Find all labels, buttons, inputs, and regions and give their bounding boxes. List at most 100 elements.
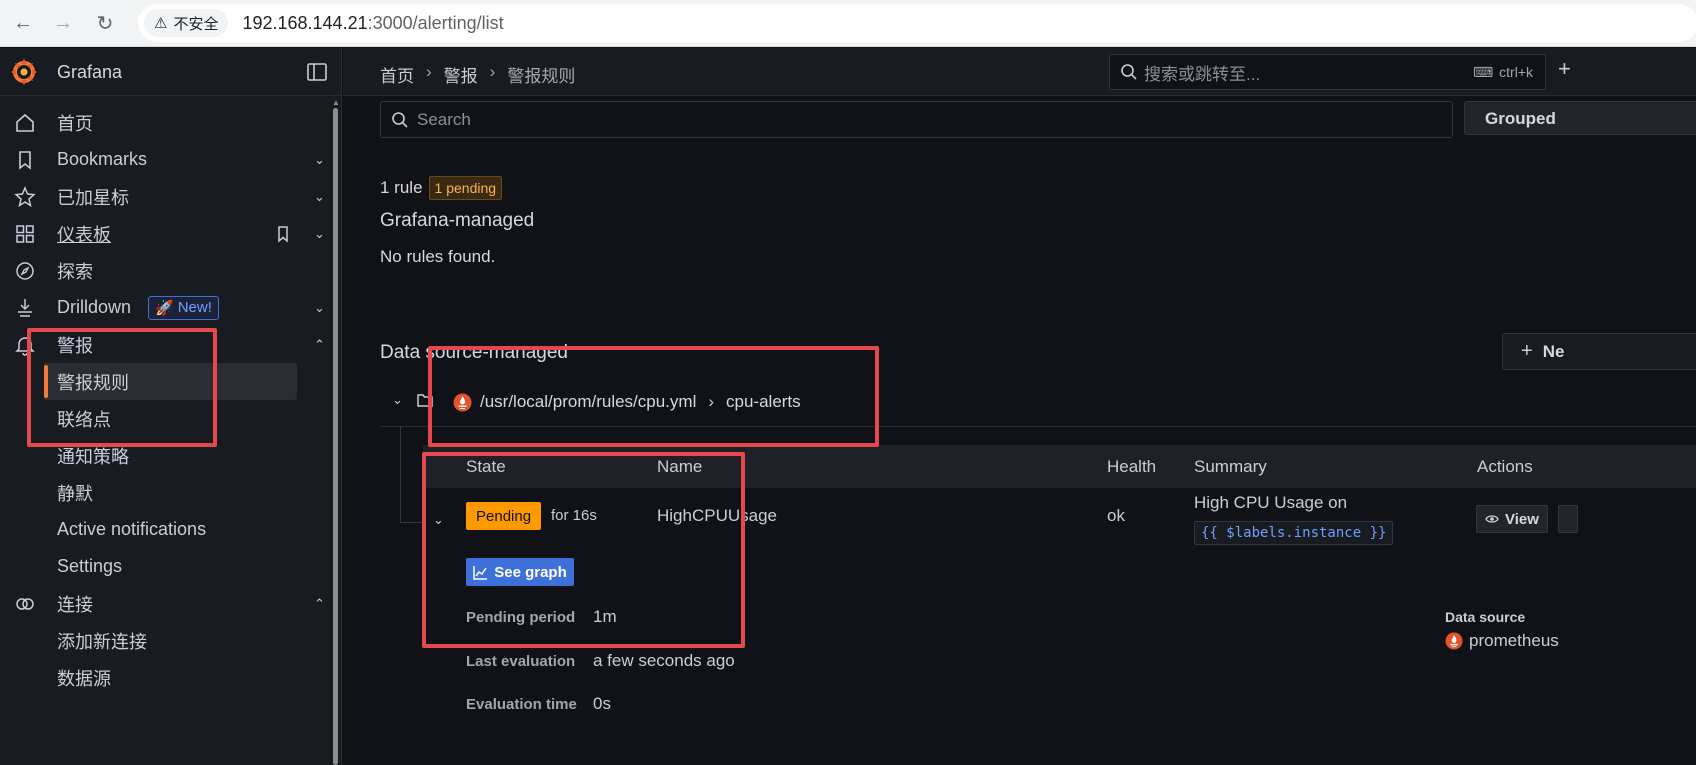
chevron-down-icon[interactable]: ⌄ bbox=[314, 189, 325, 205]
shortcut-text: ctrl+k bbox=[1499, 64, 1533, 80]
sidebar-item-data-sources[interactable]: 数据源 bbox=[44, 659, 297, 696]
chevron-right-icon: › bbox=[708, 392, 715, 411]
top-bar: 首页 › 警报 › 警报规则 搜索或跳转至... ⌨ ctrl+k + bbox=[343, 48, 1696, 96]
chevron-right-icon: › bbox=[426, 62, 432, 81]
datasource-label: Data source bbox=[1445, 609, 1526, 625]
dock-menu-icon[interactable] bbox=[306, 61, 328, 83]
link-icon bbox=[16, 597, 34, 610]
breadcrumb-home[interactable]: 首页 bbox=[380, 62, 414, 87]
eye-icon bbox=[1485, 515, 1499, 523]
new-rule-button[interactable]: + Ne bbox=[1502, 333, 1696, 370]
column-header-state: State bbox=[466, 457, 506, 476]
tree-line bbox=[400, 426, 401, 522]
view-mode-label: Grouped bbox=[1485, 109, 1556, 128]
chevron-down-icon[interactable]: ⌄ bbox=[433, 512, 444, 528]
view-label: View bbox=[1505, 510, 1539, 528]
star-icon bbox=[14, 185, 36, 207]
chevron-down-icon[interactable]: ⌄ bbox=[314, 152, 325, 168]
see-graph-label: See graph bbox=[494, 563, 567, 581]
sidebar-item-settings[interactable]: Settings bbox=[44, 548, 297, 585]
breadcrumb: 首页 › 警报 › 警报规则 bbox=[380, 62, 575, 87]
add-icon[interactable]: + bbox=[1558, 56, 1571, 82]
sidebar-item-add-connection[interactable]: 添加新连接 bbox=[44, 622, 297, 659]
chevron-down-icon[interactable]: ⌄ bbox=[314, 300, 325, 316]
chevron-down-icon[interactable]: ⌄ bbox=[314, 226, 325, 242]
nav-label: 数据源 bbox=[57, 668, 111, 689]
warning-icon: ⚠ bbox=[154, 15, 168, 32]
rule-count-text: 1 rule bbox=[380, 178, 423, 197]
grafana-logo-icon[interactable] bbox=[10, 58, 38, 86]
column-header-summary: Summary bbox=[1194, 457, 1267, 476]
column-header-health: Health bbox=[1107, 457, 1157, 476]
rocket-icon: 🚀 bbox=[155, 299, 174, 317]
plus-icon: + bbox=[1521, 340, 1533, 362]
state-badge: Pending bbox=[466, 502, 542, 530]
nav-item-alerting[interactable]: 警报 ⌃ bbox=[0, 326, 330, 363]
folder-open-icon bbox=[417, 394, 433, 407]
nav-item-dashboards[interactable]: 仪表板 ⌄ bbox=[0, 215, 330, 252]
namespace-row[interactable]: ⌄ /usr/local/prom/rules/cpu.yml › cpu-al… bbox=[380, 380, 1696, 425]
scroll-up-icon[interactable]: ▲ bbox=[332, 98, 340, 107]
nav-item-starred[interactable]: 已加星标 ⌄ bbox=[0, 178, 330, 215]
nav-item-explore[interactable]: 探索 bbox=[0, 252, 330, 289]
view-button[interactable]: View bbox=[1476, 505, 1548, 533]
nav-label: 警报规则 bbox=[57, 372, 129, 393]
nav-item-bookmarks[interactable]: Bookmarks ⌄ bbox=[0, 141, 330, 178]
rule-summary: High CPU Usage on bbox=[1194, 493, 1348, 512]
chevron-right-icon: › bbox=[489, 62, 496, 81]
nav-label: 首页 bbox=[57, 113, 93, 134]
address-bar[interactable]: ⚠ 不安全 192.168.144.21:3000/alerting/list bbox=[138, 4, 1696, 42]
state-duration: for 16s bbox=[551, 507, 597, 524]
nav-item-home[interactable]: 首页 bbox=[0, 104, 330, 141]
back-icon[interactable]: ← bbox=[8, 8, 38, 38]
insecure-label: 不安全 bbox=[173, 15, 219, 33]
nav-item-drilldown[interactable]: Drilldown 🚀 New! ⌄ bbox=[0, 289, 330, 326]
summary-template: {{ $labels.instance }} bbox=[1194, 521, 1394, 545]
datasource-managed-title: Data source-managed bbox=[380, 342, 568, 363]
see-graph-button[interactable]: See graph bbox=[466, 558, 574, 586]
pending-period-value: 1m bbox=[593, 607, 617, 626]
breadcrumb-alert-rules: 警报规则 bbox=[507, 67, 576, 86]
rule-search-input[interactable]: Search bbox=[380, 101, 1453, 138]
rule-health: ok bbox=[1107, 506, 1125, 525]
breadcrumb-alerting[interactable]: 警报 bbox=[444, 62, 478, 87]
bookmark-icon[interactable] bbox=[274, 225, 292, 243]
bell-icon bbox=[15, 336, 35, 356]
view-grouped-button[interactable]: Grouped bbox=[1464, 101, 1696, 135]
sidebar-item-alert-rules[interactable]: 警报规则 bbox=[44, 363, 297, 400]
prometheus-icon bbox=[1445, 632, 1463, 650]
security-chip[interactable]: ⚠ 不安全 bbox=[144, 9, 229, 37]
url-text[interactable]: 192.168.144.21:3000/alerting/list bbox=[242, 13, 503, 34]
sidebar-item-notification-policies[interactable]: 通知策略 bbox=[44, 437, 297, 474]
prometheus-icon bbox=[453, 393, 472, 412]
chevron-down-icon[interactable]: ⌄ bbox=[392, 392, 403, 408]
pending-count-badge: 1 pending bbox=[428, 176, 503, 200]
nav-label: 联络点 bbox=[57, 409, 111, 430]
sidebar-scroll-thumb[interactable] bbox=[333, 108, 338, 765]
sidebar-item-silences[interactable]: 静默 bbox=[44, 474, 297, 511]
divider bbox=[380, 426, 1696, 427]
nav-label: 通知策略 bbox=[57, 446, 129, 467]
search-placeholder: 搜索或跳转至... bbox=[1144, 64, 1261, 84]
forward-icon[interactable]: → bbox=[48, 8, 78, 38]
global-search-input[interactable]: 搜索或跳转至... ⌨ ctrl+k bbox=[1109, 54, 1546, 90]
reload-icon[interactable]: ↻ bbox=[90, 8, 120, 38]
nav-label: Settings bbox=[57, 556, 123, 576]
grafana-managed-title: Grafana-managed bbox=[380, 210, 535, 231]
more-actions-button[interactable] bbox=[1558, 505, 1578, 533]
rule-count: 1 rule 1 pending bbox=[380, 176, 503, 200]
new-rule-label: Ne bbox=[1542, 341, 1565, 361]
new-badge: 🚀 New! bbox=[148, 295, 219, 320]
last-evaluation-label: Last evaluation bbox=[466, 653, 576, 670]
nav-item-connections[interactable]: 连接 ⌃ bbox=[0, 585, 330, 622]
main-content: Search Grouped 1 rule 1 pending Grafana-… bbox=[343, 96, 1696, 765]
column-header-actions: Actions bbox=[1477, 457, 1533, 476]
group-name: cpu-alerts bbox=[726, 392, 801, 411]
search-icon bbox=[392, 111, 408, 128]
url-path: :3000/alerting/list bbox=[367, 12, 504, 33]
sidebar-item-contact-points[interactable]: 联络点 bbox=[44, 400, 297, 437]
chevron-up-icon[interactable]: ⌃ bbox=[314, 337, 325, 353]
sidebar-item-active-notifications[interactable]: Active notifications bbox=[44, 511, 297, 548]
chevron-up-icon[interactable]: ⌃ bbox=[314, 596, 325, 612]
datasource-name: prometheus bbox=[1469, 631, 1559, 650]
